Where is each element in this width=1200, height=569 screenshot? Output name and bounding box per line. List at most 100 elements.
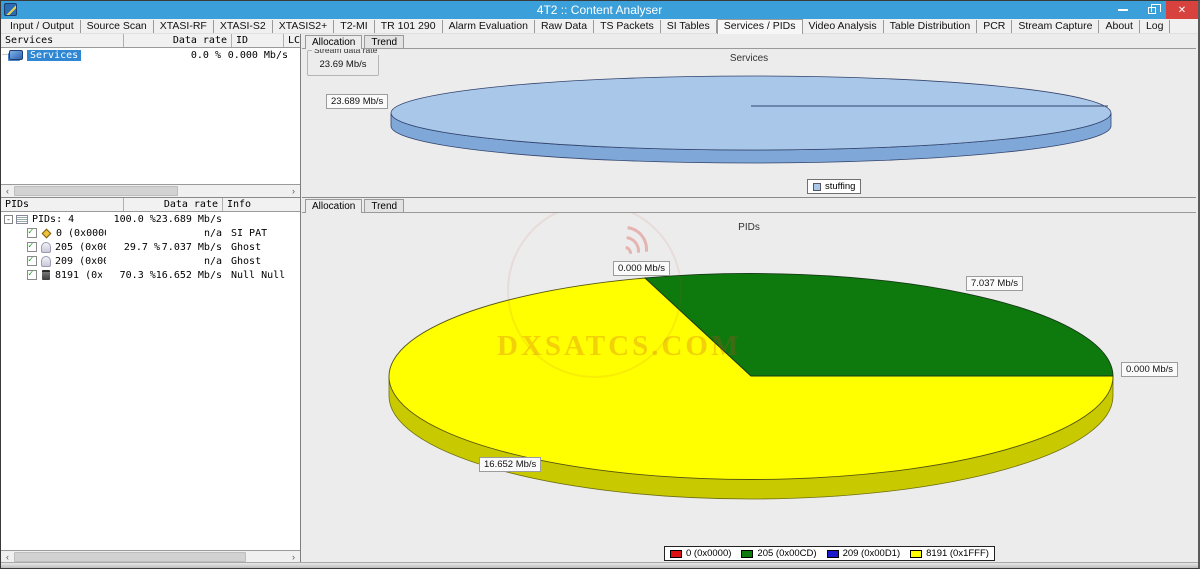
tab-xtasi-rf[interactable]: XTASI-RF	[154, 20, 214, 33]
stream-data-rate-groupbox: Stream data rate 23.69 Mb/s	[307, 50, 379, 76]
col-header-pids[interactable]: PIDs	[1, 198, 124, 211]
pid-205-rate-label: 7.037 Mb/s	[966, 276, 1023, 291]
pie-slice-stuffing	[391, 76, 1111, 150]
restore-icon	[1148, 7, 1156, 14]
col-header-data-rate[interactable]: Data rate	[124, 34, 232, 47]
services-root-row[interactable]: ┄ Services 0.0 % 0.000 Mb/s	[1, 48, 300, 62]
pids-root-percent: 100.0 %	[102, 214, 156, 225]
pid-label[interactable]: 8191 (0x1FFF)	[55, 270, 102, 281]
tab-trend[interactable]: Trend	[364, 35, 404, 48]
services-chart-title: Services	[302, 53, 1196, 64]
pid-rate: n/a	[160, 228, 222, 239]
pids-table-header: PIDs Data rate Info	[1, 198, 300, 212]
pid-info: SI PAT	[222, 228, 300, 239]
pid-rate: n/a	[160, 256, 222, 267]
tab-about[interactable]: About	[1099, 20, 1139, 33]
tab-pcr[interactable]: PCR	[977, 20, 1012, 33]
legend-label: 8191 (0x1FFF)	[926, 548, 989, 559]
minimize-button[interactable]	[1108, 1, 1137, 19]
legend-item-0x00d1: 209 (0x00D1)	[827, 548, 901, 559]
pid-info: Null Null	[222, 270, 300, 281]
tab-services-pids[interactable]: Services / PIDs	[717, 19, 803, 34]
scroll-right-icon[interactable]: ›	[287, 185, 300, 197]
col-header-info[interactable]: Info	[223, 198, 300, 211]
pid-percent: 70.3 %	[102, 270, 156, 281]
tab-alarm-evaluation[interactable]: Alarm Evaluation	[443, 20, 535, 33]
pids-chart-tabs: Allocation Trend	[302, 198, 1196, 213]
pid-checkbox[interactable]	[27, 256, 37, 266]
col-header-data-rate[interactable]: Data rate	[124, 198, 223, 211]
pid-checkbox[interactable]	[27, 270, 37, 280]
legend-label: stuffing	[825, 181, 855, 192]
tab-si-tables[interactable]: SI Tables	[661, 20, 717, 33]
tab-ts-packets[interactable]: TS Packets	[594, 20, 661, 33]
pid-row-0x00cd[interactable]: 205 (0x00CD) 29.7 % 7.037 Mb/s Ghost	[1, 240, 300, 254]
col-header-services[interactable]: Services	[1, 34, 124, 47]
collapse-icon[interactable]: -	[4, 215, 13, 224]
pid-checkbox[interactable]	[27, 228, 37, 238]
left-panel: Services Data rate ID LC ┄ Services 0.0 …	[1, 34, 301, 563]
pid-row-0x0000[interactable]: 0 (0x0000) n/a SI PAT	[1, 226, 300, 240]
ghost-icon	[41, 242, 51, 253]
trash-icon	[42, 270, 50, 280]
stuffing-rate-label: 23.689 Mb/s	[326, 94, 388, 109]
pids-root-rate: 23.689 Mb/s	[156, 214, 222, 225]
services-icon	[9, 50, 23, 60]
tab-table-distribution[interactable]: Table Distribution	[884, 20, 978, 33]
pid-info: Ghost	[222, 256, 300, 267]
scrollbar-thumb[interactable]	[14, 552, 246, 562]
restore-button[interactable]	[1137, 1, 1166, 19]
window-title: 4T2 :: Content Analyser	[1, 3, 1198, 17]
pids-chart-title: PIDs	[302, 222, 1196, 233]
tab-allocation[interactable]: Allocation	[305, 35, 362, 49]
diamond-icon	[42, 228, 52, 238]
legend-item-stuffing[interactable]: stuffing	[813, 181, 855, 192]
services-table-header: Services Data rate ID LC	[1, 34, 300, 48]
title-bar: 4T2 :: Content Analyser ✕	[1, 1, 1198, 19]
pids-root-label[interactable]: PIDs: 4	[32, 214, 74, 225]
pid-label[interactable]: 209 (0x00D1)	[55, 256, 106, 267]
pid-rate: 7.037 Mb/s	[160, 242, 222, 253]
services-root-rate: 0.000 Mb/s	[221, 50, 288, 61]
col-header-lc[interactable]: LC	[284, 34, 300, 47]
tab-source-scan[interactable]: Source Scan	[81, 20, 154, 33]
tab-trend[interactable]: Trend	[364, 199, 404, 212]
scroll-left-icon[interactable]: ‹	[1, 185, 14, 197]
menu-tab-bar: Input / Output Source Scan XTASI-RF XTAS…	[1, 19, 1198, 34]
tab-allocation[interactable]: Allocation	[305, 199, 362, 213]
close-button[interactable]: ✕	[1166, 1, 1198, 19]
tab-input-output[interactable]: Input / Output	[4, 20, 81, 33]
tab-raw-data[interactable]: Raw Data	[535, 20, 594, 33]
pid-8191-rate-label: 16.652 Mb/s	[479, 457, 541, 472]
tree-connector: ┄	[1, 50, 9, 61]
pid-209-rate-label: 0.000 Mb/s	[1121, 362, 1178, 377]
pids-chart-legend: 0 (0x0000) 205 (0x00CD) 209 (0x00D1) 819…	[664, 546, 995, 561]
tab-xtasis2plus[interactable]: XTASIS2+	[273, 20, 335, 33]
app-icon	[4, 3, 17, 16]
pid-0-color-swatch	[670, 550, 682, 558]
pid-row-0x00d1[interactable]: 209 (0x00D1) n/a Ghost	[1, 254, 300, 268]
legend-label: 205 (0x00CD)	[757, 548, 816, 559]
tab-xtasi-s2[interactable]: XTASI-S2	[214, 20, 273, 33]
pids-chart-section: Allocation Trend PIDs DXSATCS.COM 0.000 …	[302, 198, 1196, 563]
services-chart-section: Allocation Trend Stream data rate 23.69 …	[302, 34, 1196, 198]
tab-video-analysis[interactable]: Video Analysis	[803, 20, 884, 33]
pid-row-0x1fff[interactable]: 8191 (0x1FFF) 70.3 % 16.652 Mb/s Null Nu…	[1, 268, 300, 282]
pid-label[interactable]: 205 (0x00CD)	[55, 242, 106, 253]
ghost-icon	[41, 256, 51, 267]
services-table-panel: Services Data rate ID LC ┄ Services 0.0 …	[1, 34, 300, 198]
tab-log[interactable]: Log	[1140, 20, 1171, 33]
pid-checkbox[interactable]	[27, 242, 37, 252]
services-root-label[interactable]: Services	[27, 50, 81, 61]
pid-label[interactable]: 0 (0x0000)	[56, 228, 106, 239]
col-header-id[interactable]: ID	[232, 34, 284, 47]
tab-tr-101-290[interactable]: TR 101 290	[375, 20, 443, 33]
pids-root-row[interactable]: - PIDs: 4 100.0 % 23.689 Mb/s	[1, 212, 300, 226]
services-horizontal-scrollbar[interactable]: ‹ ›	[1, 184, 300, 197]
legend-item-0x0000: 0 (0x0000)	[670, 548, 731, 559]
right-panel: Allocation Trend Stream data rate 23.69 …	[302, 34, 1196, 563]
scrollbar-thumb[interactable]	[14, 186, 178, 196]
close-icon: ✕	[1178, 5, 1186, 16]
tab-t2-mi[interactable]: T2-MI	[334, 20, 374, 33]
tab-stream-capture[interactable]: Stream Capture	[1012, 20, 1099, 33]
